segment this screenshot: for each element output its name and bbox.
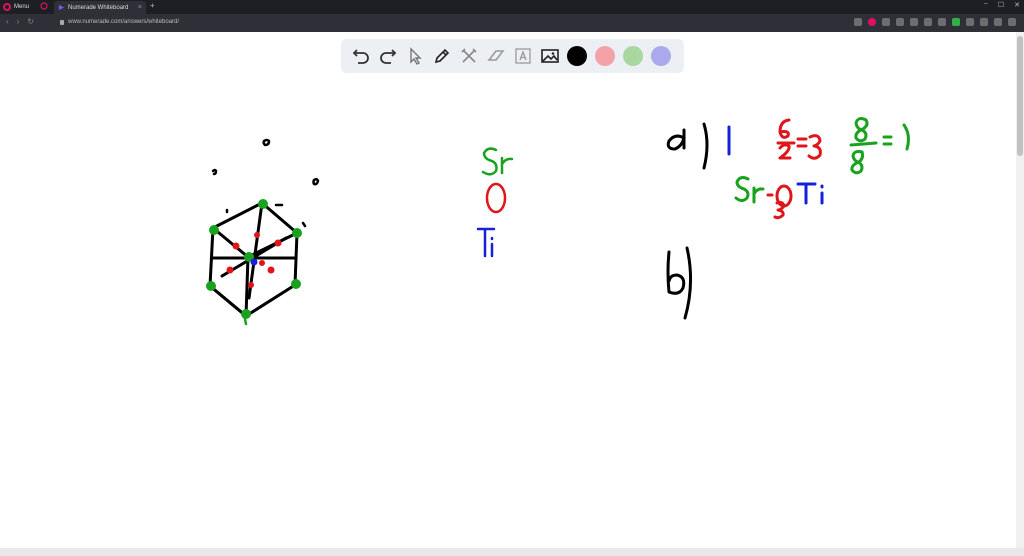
pointer-icon [409, 47, 422, 65]
part-b-label [666, 246, 693, 320]
color-swatch-black[interactable] [567, 46, 587, 66]
legend-ti [476, 227, 496, 258]
undo-icon [352, 49, 369, 64]
tools-icon [460, 48, 477, 63]
redo-icon [379, 49, 396, 64]
formula-sr [734, 176, 765, 204]
text-icon [514, 48, 531, 64]
pen-tool-button[interactable] [428, 42, 455, 70]
ti-center-atom [250, 258, 258, 266]
image-icon [540, 49, 559, 63]
whiteboard-toolbar [341, 39, 684, 73]
pen-icon [434, 48, 449, 64]
legend-sr [481, 147, 514, 176]
handwritten-drawing [206, 117, 910, 326]
color-swatch-blue[interactable] [651, 46, 671, 66]
eraser-icon [486, 50, 505, 61]
formula-o3 [766, 184, 793, 220]
color-swatch-red[interactable] [595, 46, 615, 66]
text-tool-button[interactable] [509, 42, 536, 70]
part-a-sr-fraction [849, 117, 910, 175]
select-tool-button[interactable] [401, 42, 428, 70]
part-a-label [666, 122, 709, 170]
stray-marks [211, 138, 320, 228]
part-a-o-fraction [776, 118, 822, 160]
undo-button[interactable] [347, 42, 374, 70]
formula-ti [796, 182, 824, 205]
legend-o [485, 182, 507, 214]
image-tool-button[interactable] [536, 42, 563, 70]
tools-button[interactable] [455, 42, 482, 70]
redo-button[interactable] [374, 42, 401, 70]
color-swatch-green[interactable] [623, 46, 643, 66]
eraser-tool-button[interactable] [482, 42, 509, 70]
